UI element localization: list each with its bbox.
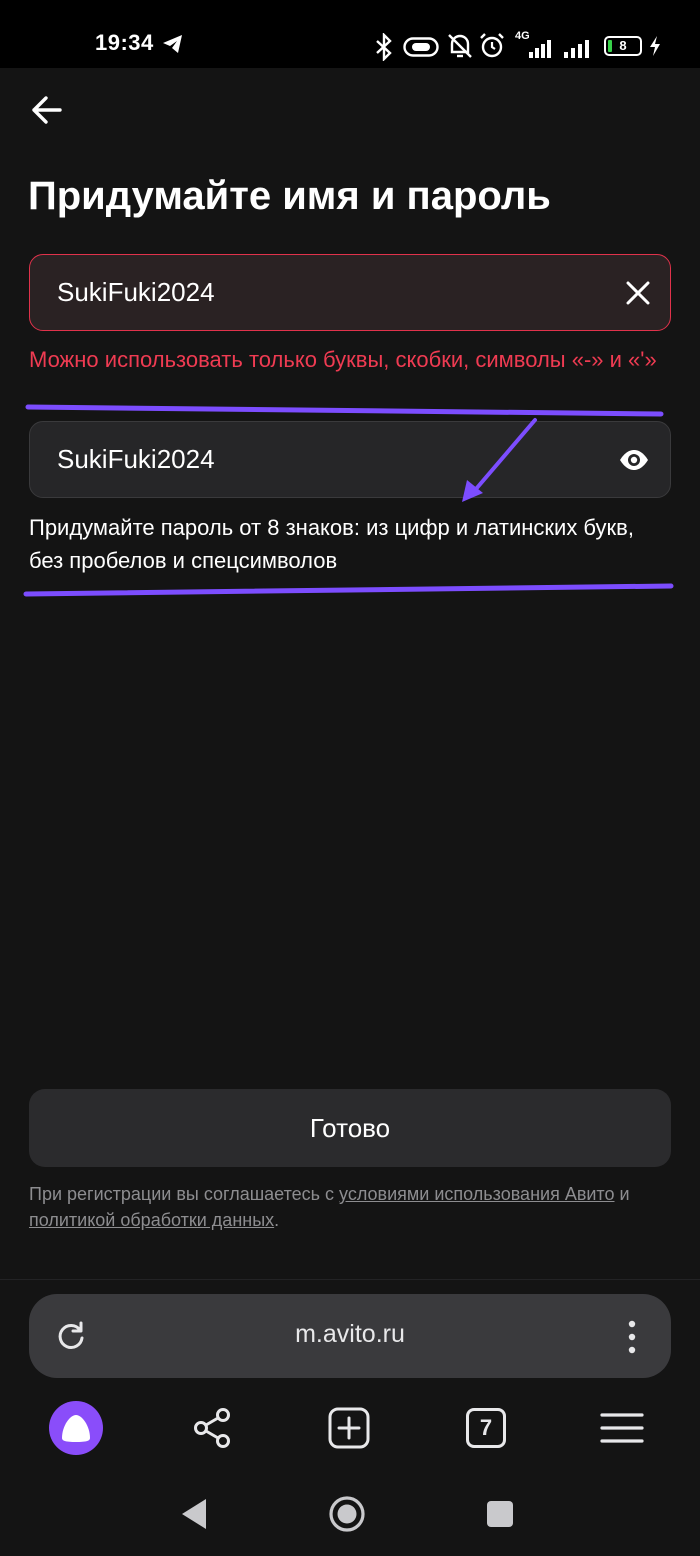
privacy-link[interactable]: политикой обработки данных: [29, 1210, 274, 1230]
divider: [0, 1279, 700, 1280]
status-bar: 19:34 4G 8: [0, 0, 700, 68]
status-time: 19:34: [95, 30, 154, 55]
legal-prefix: При регистрации вы соглашаетесь с: [29, 1184, 340, 1204]
system-nav-bar: [0, 1480, 700, 1556]
browser-url-bar[interactable]: m.avito.ru: [29, 1294, 671, 1378]
status-icons: 4G 8: [370, 30, 670, 62]
charging-icon: [650, 36, 660, 56]
annotation-underline-2: [23, 583, 674, 597]
plus-square-icon: [328, 1407, 370, 1449]
name-input-value: SukiFuki2024: [57, 277, 215, 307]
eye-icon[interactable]: [618, 444, 650, 476]
browser-toolbar: 7: [0, 1394, 700, 1464]
legal-notice: При регистрации вы соглашаетесь с услови…: [29, 1181, 669, 1233]
tab-count: 7: [479, 1415, 493, 1440]
alice-icon: [49, 1401, 103, 1455]
name-error-message: Можно использовать только буквы, скобки,…: [29, 347, 657, 372]
password-hint: Придумайте пароль от 8 знаков: из цифр и…: [29, 515, 634, 573]
battery-level: 8: [619, 38, 627, 53]
page-title: Придумайте имя и пароль: [28, 174, 551, 218]
legal-suffix: .: [274, 1210, 280, 1230]
alarm-icon: [480, 33, 504, 58]
hamburger-menu-icon: [600, 1413, 644, 1443]
terms-link[interactable]: условиями использования Авито: [339, 1184, 614, 1204]
nav-home-icon[interactable]: [327, 1494, 367, 1534]
tabs-button[interactable]: 7: [458, 1400, 514, 1456]
password-input-value: SukiFuki2024: [57, 444, 215, 474]
url-text[interactable]: m.avito.ru: [29, 1320, 671, 1349]
clear-icon[interactable]: [622, 277, 654, 309]
tabs-count-icon: 7: [466, 1408, 506, 1448]
telegram-icon: [163, 35, 182, 53]
share-button[interactable]: [184, 1400, 240, 1456]
more-vertical-icon[interactable]: [627, 1320, 637, 1354]
back-arrow-icon[interactable]: [26, 90, 68, 130]
signal-icon: [529, 40, 551, 58]
alice-assistant-button[interactable]: [48, 1400, 104, 1456]
name-input[interactable]: SukiFuki2024: [29, 254, 671, 331]
new-tab-button[interactable]: [321, 1400, 377, 1456]
share-icon: [194, 1408, 230, 1448]
password-input[interactable]: SukiFuki2024: [29, 421, 671, 498]
menu-button[interactable]: [594, 1400, 650, 1456]
toggle-icon: [403, 37, 439, 57]
bluetooth-icon: [376, 33, 392, 61]
signal-icon-2: [564, 40, 589, 58]
nav-recents-icon[interactable]: [480, 1494, 520, 1534]
nav-back-icon[interactable]: [176, 1494, 216, 1534]
battery-icon: 8: [604, 36, 642, 56]
done-button[interactable]: Готово: [29, 1089, 671, 1167]
legal-middle: и: [614, 1184, 630, 1204]
screen: 19:34 4G 8 Придумайте имя и пароль SukiF…: [0, 0, 700, 1556]
annotation-underline-1: [25, 404, 664, 417]
bell-off-icon: [448, 34, 472, 58]
